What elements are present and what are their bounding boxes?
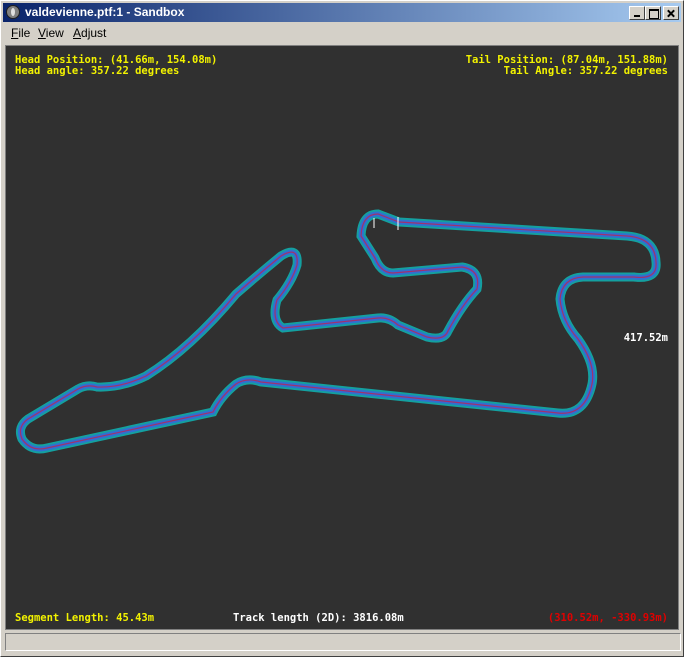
maximize-icon[interactable] <box>645 6 661 20</box>
sandbox-window: valdevienne.ptf:1 - Sandbox File View Ad… <box>0 0 684 657</box>
minimize-icon[interactable] <box>629 6 645 20</box>
menu-view[interactable]: View <box>38 26 64 40</box>
track-centerline <box>19 213 657 450</box>
window-title: valdevienne.ptf:1 - Sandbox <box>25 5 185 19</box>
track-length-text: Track length (2D): 3816.08m <box>233 612 404 624</box>
track-canvas[interactable]: Head Position: (41.66m, 154.08m) Head an… <box>5 45 679 630</box>
menu-file[interactable]: File <box>11 26 30 40</box>
tail-angle-text: Tail Angle: 357.22 degrees <box>503 65 668 77</box>
track-drawing[interactable] <box>6 46 678 629</box>
menu-bar: File View Adjust <box>3 23 681 42</box>
status-bar <box>5 633 681 651</box>
cursor-coordinates-text: (310.52m, -330.93m) <box>547 612 668 624</box>
app-icon[interactable] <box>6 5 20 19</box>
segment-length-text: Segment Length: 45.43m <box>15 612 155 624</box>
distance-label: 417.52m <box>623 332 668 344</box>
menu-adjust[interactable]: Adjust <box>73 26 106 40</box>
close-icon[interactable] <box>663 6 679 20</box>
head-angle-text: Head angle: 357.22 degrees <box>15 65 180 77</box>
title-bar[interactable]: valdevienne.ptf:1 - Sandbox <box>3 3 681 22</box>
